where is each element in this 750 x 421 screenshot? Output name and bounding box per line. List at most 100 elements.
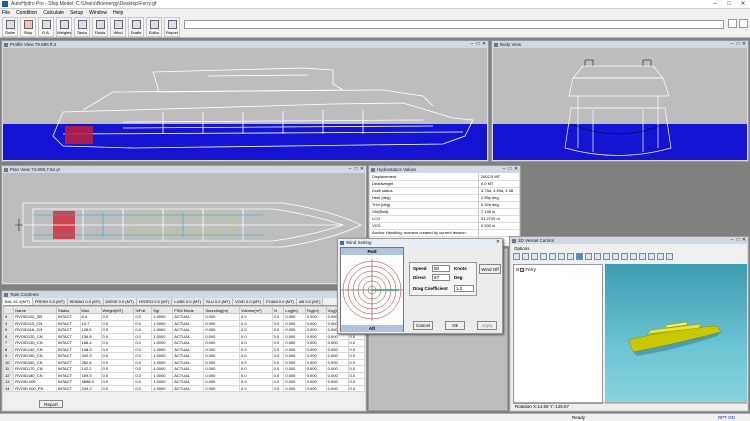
cancel-button[interactable]: Cancel — [413, 321, 433, 330]
table-cell[interactable]: 0.000 — [283, 384, 306, 392]
tank-group-tab[interactable]: HYDRO 0.0 (MT) — [136, 298, 173, 305]
view-tool-icon[interactable] — [576, 253, 583, 260]
wind-compass[interactable] — [341, 256, 403, 324]
solve-button[interactable]: Solve — [2, 17, 18, 37]
tank-group-tab[interactable]: SEWAG 0.0 (MT) — [67, 298, 104, 305]
report-button[interactable]: Report — [39, 400, 63, 408]
view-tool-icon[interactable] — [612, 253, 619, 260]
column-header[interactable]: % — [271, 306, 285, 314]
wind-off-button[interactable]: Wind Off — [479, 264, 501, 274]
table-row[interactable]: 8 RVOID140_CN INTACT 138.3 0.0 0.0 1.0000 ACTUA… — [3, 345, 365, 353]
body-view-canvas[interactable] — [493, 48, 747, 160]
table-cell[interactable]: ACTUAL — [172, 384, 205, 392]
view-tool-icon[interactable] — [639, 253, 646, 260]
view-tool-icon[interactable] — [621, 253, 628, 260]
table-cell[interactable]: 0.000 — [325, 384, 349, 392]
checkbox-option-b[interactable] — [739, 19, 748, 28]
view-tool-icon[interactable] — [567, 253, 574, 260]
table-cell[interactable]: RVOID.000_PS — [13, 384, 57, 392]
tank-group-tab[interactable]: FRESH 0.0 (MT) — [32, 298, 68, 305]
table-cell[interactable]: 0.0 — [271, 384, 285, 392]
weights-button[interactable]: Weights — [56, 17, 72, 37]
table-row[interactable]: 9 RVOID150_CN INTACT 340.3 0.0 0.0 1.0000 ACTUA… — [3, 352, 365, 360]
table-cell[interactable]: 0.0 — [133, 384, 153, 392]
menu-file[interactable]: File — [2, 10, 10, 16]
close-icon[interactable]: ✕ — [481, 41, 487, 47]
table-cell[interactable]: 0.000 — [203, 384, 240, 392]
menu-condition[interactable]: Condition — [16, 10, 37, 16]
checkbox-icon[interactable]: ✓ — [520, 267, 525, 272]
table-row[interactable]: 10 RVOID160_CN INTACT 282.6 0.0 0.0 1.0000 ACTU… — [3, 358, 365, 366]
column-header[interactable]: Max — [79, 306, 102, 314]
view-tool-icon[interactable] — [648, 253, 655, 260]
table-row[interactable]: 5 RVOID116_CN INTACT 128.6 0.0 0.0 1.0000 ACTUA… — [3, 326, 365, 334]
close-icon[interactable]: ✕ — [736, 0, 750, 9]
table-row[interactable]: 6 RVOID120_CN INTACT 136.8 0.0 0.0 1.0000 ACTUA… — [3, 332, 365, 340]
stop-button[interactable]: Stop — [20, 17, 36, 37]
view-tool-icon[interactable] — [666, 253, 673, 260]
view-tool-icon[interactable] — [630, 253, 637, 260]
menu-setup[interactable]: Setup — [70, 10, 83, 16]
tank-group-tab[interactable]: DIESE 0.0 (MT) — [103, 298, 137, 305]
plan-view-canvas[interactable] — [3, 173, 365, 283]
speed-input[interactable]: 50 — [432, 265, 450, 272]
view-tool-icon[interactable] — [513, 253, 520, 260]
view-tool-icon[interactable] — [540, 253, 547, 260]
tank-group-tab[interactable]: AB 0.0 (MT) — [296, 298, 324, 305]
command-field[interactable] — [184, 20, 724, 29]
view-tool-icon[interactable] — [657, 253, 664, 260]
table-cell[interactable]: 0.0 — [100, 384, 135, 392]
close-icon[interactable]: ✕ — [741, 237, 747, 243]
table-row[interactable]: 12 RVOID180_CN INTACT 169.5 0.0 0.0 1.0000 ACTU… — [3, 371, 365, 379]
ra-button[interactable]: R.A. — [38, 17, 54, 37]
report-button[interactable]: Report — [164, 17, 180, 37]
column-header[interactable]: Tcg(m) — [304, 306, 327, 314]
table-cell[interactable]: 0.0 — [239, 384, 273, 392]
vessel-3d-viewport[interactable] — [605, 264, 747, 404]
table-row[interactable]: 4 RVOID110_CN INTACT 14.7 0.0 0.0 1.0000 ACTUAL… — [3, 319, 365, 327]
profile-view-canvas[interactable] — [3, 48, 487, 160]
table-cell[interactable]: INTACT — [55, 384, 81, 392]
menu-calculate[interactable]: Calculate — [43, 10, 64, 16]
drag-coefficient-input[interactable]: 1.2 — [454, 285, 474, 292]
column-header[interactable]: FSM Mode — [172, 306, 205, 314]
apply-button[interactable]: Apply — [477, 321, 497, 330]
table-cell[interactable]: 0.0 — [347, 384, 365, 392]
close-icon[interactable]: ✕ — [495, 239, 501, 245]
tank-group-tab[interactable]: FOAM 0.0 (MT) — [264, 298, 297, 305]
expand-icon[interactable]: ⊟ — [516, 267, 519, 272]
menu-window[interactable]: Window — [89, 10, 107, 16]
table-row[interactable]: 3 RVOID102_SB INTACT 8.4 0.0 0.0 1.0000 ACTUAL 0… — [3, 313, 365, 321]
table-cell[interactable]: 0.000 — [304, 384, 327, 392]
column-header[interactable]: Volume(m³) — [239, 306, 273, 314]
close-icon[interactable]: ✕ — [513, 166, 519, 172]
tree-item-ferry[interactable]: ⊟ ✓ Ferry — [516, 267, 536, 272]
table-row[interactable]: 7 RVOID130_CN INTACT 168.4 0.0 0.0 1.0000 ACTUA… — [3, 339, 365, 347]
view-tool-icon[interactable] — [585, 253, 592, 260]
close-icon[interactable]: ✕ — [741, 41, 747, 47]
wind-button[interactable]: Wind — [110, 17, 126, 37]
direct-input[interactable]: 67 — [432, 274, 450, 281]
menu-help[interactable]: Help — [113, 10, 123, 16]
table-cell[interactable]: 14 — [3, 384, 15, 392]
table-row[interactable]: 11 RVOID170_CN INTACT 142.2 0.0 0.0 1.0000 ACTU… — [3, 365, 365, 373]
column-header[interactable]: Status — [55, 306, 81, 314]
view-tool-icon[interactable] — [522, 253, 529, 260]
checkbox-option-a[interactable] — [728, 19, 737, 28]
table-row[interactable]: 14 RVOID.000_PS INTACT 234.2 0.0 0.0 1.0000 ACT… — [3, 384, 365, 392]
tank-group-tab[interactable]: BAL 61.4(MT) — [3, 298, 33, 305]
table-cell[interactable]: 1.0000 — [151, 384, 174, 392]
view-tool-icon[interactable] — [558, 253, 565, 260]
wind-compass-panel[interactable]: Fwd Aft — [340, 247, 404, 332]
view-tool-icon[interactable] — [594, 253, 601, 260]
column-header[interactable]: Sounding(m) — [203, 306, 240, 314]
tank-group-tab[interactable]: VOID 0.0 (MT) — [233, 298, 265, 305]
close-icon[interactable]: ✕ — [359, 166, 365, 172]
fluids-button[interactable]: Fluids — [92, 17, 108, 37]
editor-button[interactable]: Editor — [146, 17, 162, 37]
view-tool-icon[interactable] — [549, 253, 556, 260]
view-tool-icon[interactable] — [603, 253, 610, 260]
tank-group-tab[interactable]: LUBE 0.0 (MT) — [172, 298, 205, 305]
column-header[interactable]: Name — [13, 306, 57, 314]
drafts-button[interactable]: Drafts — [128, 17, 144, 37]
